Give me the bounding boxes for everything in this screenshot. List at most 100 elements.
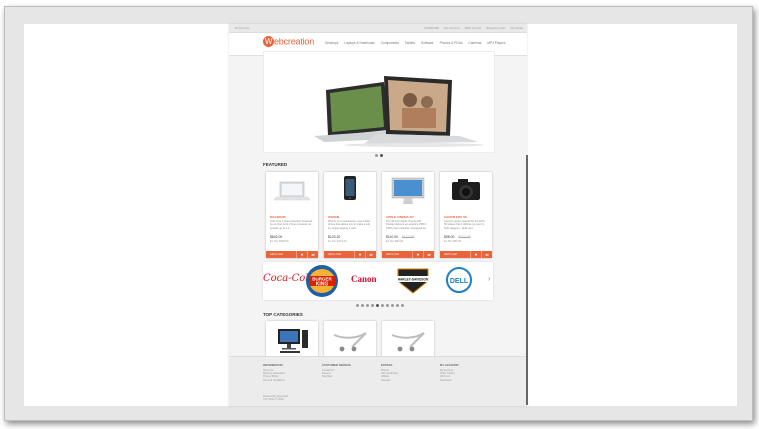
top-link-account[interactable]: My Account	[444, 26, 460, 30]
compare-icon[interactable]: ⇄	[365, 251, 376, 258]
product-name[interactable]: IPHONE	[328, 215, 340, 219]
nav-laptops[interactable]: Laptops & Notebooks	[344, 41, 374, 45]
placeholder-cart-image[interactable]	[388, 325, 428, 355]
product-card[interactable]: APPLE CINEMA 30" The 30-inch Apple Cinem…	[382, 172, 434, 258]
nav-phones[interactable]: Phones & PDAs	[440, 41, 463, 45]
product-description: Canon's press material for the EOS 5D st…	[444, 220, 485, 230]
add-to-cart-button[interactable]: Add to Cart	[382, 253, 412, 256]
site-logo[interactable]: Webcreation	[263, 36, 314, 48]
placeholder-cart-image[interactable]	[330, 325, 370, 355]
product-description: Intel Core 2 Duo processor Powered by an…	[270, 220, 312, 230]
footer-heading: EXTRAS	[381, 363, 393, 367]
product-name[interactable]: CANON EOS 5D	[444, 215, 467, 219]
price-new: $98.00	[444, 235, 455, 239]
nav-desktops[interactable]: Desktops	[325, 41, 338, 45]
currency-selector[interactable]: $ Currency	[235, 26, 250, 30]
top-link-phone[interactable]: 123456789	[424, 26, 439, 30]
wishlist-heart-icon[interactable]: ♥	[296, 251, 307, 258]
brand-dot[interactable]	[366, 304, 369, 307]
brand-dot[interactable]	[386, 304, 389, 307]
add-to-cart-button[interactable]: Add to Cart	[324, 253, 354, 256]
product-price: $602.00	[270, 235, 282, 239]
footer-link[interactable]: Specials	[381, 379, 431, 382]
footer-link[interactable]: Newsletter	[440, 379, 490, 382]
product-tax: Ex Tax: $90.00	[386, 240, 404, 243]
logo-mark: W	[263, 36, 274, 48]
nav-components[interactable]: Components	[381, 41, 399, 45]
top-link-wishlist[interactable]: Wish List (0)	[464, 26, 481, 30]
brand-canon[interactable]: Canon	[351, 274, 377, 284]
brand-burger-king-logo[interactable]: BURGER KING	[305, 264, 339, 298]
add-to-cart-button[interactable]: Add to Cart	[266, 253, 296, 256]
brand-dell[interactable]: DELL	[446, 267, 472, 293]
compare-icon[interactable]: ⇄	[481, 251, 492, 258]
product-price: $123.20	[328, 235, 340, 239]
brand-dot[interactable]	[401, 304, 404, 307]
top-categories-heading: TOP CATEGORIES	[263, 312, 303, 317]
page-scrollbar[interactable]	[526, 155, 528, 405]
product-name[interactable]: MACBOOK	[270, 215, 286, 219]
bk-word-2: KING	[316, 282, 329, 288]
canon-camera-image[interactable]	[444, 174, 488, 210]
product-actions: Add to Cart ♥ ⇄	[324, 251, 376, 258]
brand-dot[interactable]	[361, 304, 364, 307]
top-links: 123456789 My Account Wish List (0) Shopp…	[424, 26, 523, 30]
carousel-next-icon[interactable]: ›	[488, 276, 490, 283]
wishlist-heart-icon[interactable]: ♥	[470, 251, 481, 258]
site-footer: INFORMATION About Us Delivery Informatio…	[229, 356, 527, 406]
footer-link[interactable]: Site Map	[322, 375, 372, 378]
product-card[interactable]: CANON EOS 5D Canon's press material for …	[440, 172, 492, 258]
top-link-checkout[interactable]: Checkout	[510, 26, 523, 30]
product-actions: Add to Cart ♥ ⇄	[440, 251, 492, 258]
slider-dot-active[interactable]	[380, 154, 383, 157]
product-actions: Add to Cart ♥ ⇄	[382, 251, 434, 258]
product-card[interactable]: MACBOOK Intel Core 2 Duo processor Power…	[266, 172, 318, 258]
product-tax: Ex Tax: $80.00	[444, 240, 462, 243]
product-description: iPhone is a revolutionary new mobile pho…	[328, 220, 371, 230]
apple-cinema-image[interactable]	[386, 174, 430, 210]
product-price: $110.00 $122.00	[386, 235, 414, 239]
wishlist-heart-icon[interactable]: ♥	[354, 251, 365, 258]
product-description: The 30-inch Apple Cinema HD Display deli…	[386, 220, 428, 230]
price-new: $110.00	[386, 235, 399, 239]
wishlist-heart-icon[interactable]: ♥	[412, 251, 423, 258]
slider-pagination	[375, 154, 383, 157]
nav-software[interactable]: Software	[421, 41, 434, 45]
hero-slider[interactable]	[263, 51, 495, 153]
compare-icon[interactable]: ⇄	[423, 251, 434, 258]
brand-dot[interactable]	[381, 304, 384, 307]
nav-tablets[interactable]: Tablets	[405, 41, 415, 45]
brand-pagination	[356, 304, 404, 307]
compare-icon[interactable]: ⇄	[307, 251, 318, 258]
brand-harley-davidson-logo[interactable]: HARLEY-DAVIDSON	[395, 265, 431, 295]
brand-dot[interactable]	[396, 304, 399, 307]
brand-dot[interactable]	[391, 304, 394, 307]
product-name[interactable]: APPLE CINEMA 30"	[386, 215, 414, 219]
add-to-cart-button[interactable]: Add to Cart	[440, 253, 470, 256]
iphone-image[interactable]	[328, 174, 372, 210]
top-link-cart[interactable]: Shopping Cart	[486, 26, 505, 30]
powered-by: Powered By OpenCart Your Store © 2018	[263, 395, 288, 401]
product-card[interactable]: IPHONE iPhone is a revolutionary new mob…	[324, 172, 376, 258]
footer-column-information: INFORMATION About Us Delivery Informatio…	[263, 363, 313, 382]
hd-text: HARLEY-DAVIDSON	[398, 278, 429, 282]
footer-heading: INFORMATION	[263, 363, 283, 367]
brand-carousel[interactable]: Coca-Cola BURGER KING Canon HARLEY-DAVID…	[263, 262, 493, 300]
slider-dot[interactable]	[375, 154, 378, 157]
footer-column-customer-service: CUSTOMER SERVICE Contact Us Returns Site…	[322, 363, 372, 379]
brand-dot[interactable]	[371, 304, 374, 307]
price-old: $122.00	[458, 235, 471, 239]
product-actions: Add to Cart ♥ ⇄	[266, 251, 318, 258]
slider-image-laptops	[264, 52, 494, 152]
product-tax: Ex Tax: $101.00	[328, 240, 347, 243]
footer-column-extras: EXTRAS Brands Gift Certificates Affiliat…	[381, 363, 431, 382]
brand-dot[interactable]	[356, 304, 359, 307]
brand-dot-active[interactable]	[376, 304, 379, 307]
desktop-computer-image[interactable]	[272, 325, 312, 355]
website-screenshot: $ Currency 123456789 My Account Wish Lis…	[229, 24, 527, 406]
nav-mp3[interactable]: MP3 Players	[487, 41, 505, 45]
price-old: $122.00	[402, 235, 415, 239]
nav-cameras[interactable]: Cameras	[468, 41, 481, 45]
footer-link[interactable]: Terms & Conditions	[263, 379, 313, 382]
macbook-image[interactable]	[270, 174, 314, 210]
